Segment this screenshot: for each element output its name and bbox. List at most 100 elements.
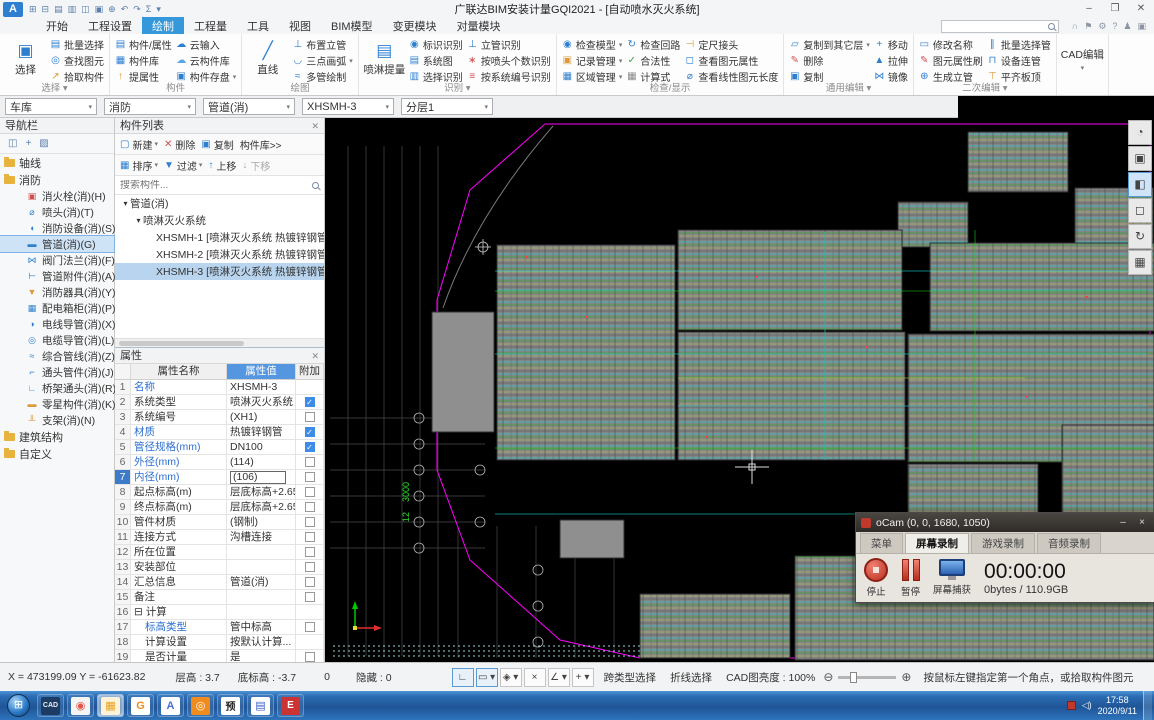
设备连管-button[interactable]: ⊓ 设备连管: [987, 53, 1051, 68]
attach-checkbox[interactable]: [304, 562, 315, 572]
nav-tool-icon[interactable]: +: [25, 138, 31, 149]
nav-group-建筑结构[interactable]: 建筑结构: [0, 428, 114, 445]
bell-icon[interactable]: ⚑: [1084, 21, 1092, 31]
attach-checkbox[interactable]: ✓: [304, 427, 315, 437]
slider-thumb[interactable]: [850, 671, 858, 683]
speaker-icon[interactable]: ◁): [1082, 700, 1092, 711]
attach-checkbox[interactable]: [304, 577, 315, 587]
删除-button[interactable]: ✎ 删除: [789, 53, 870, 68]
header-search-input[interactable]: [944, 21, 1048, 31]
tab-工程量[interactable]: 工程量: [184, 17, 237, 35]
ocam-pause-button[interactable]: 暂停: [901, 558, 920, 598]
brightness-plus-button[interactable]: ⊕: [901, 670, 911, 684]
attach-checkbox[interactable]: [304, 457, 315, 467]
qat-icon[interactable]: ⊞: [29, 0, 37, 18]
list-item[interactable]: XHSMH-3 [喷淋灭火系统 热镀锌钢管 DN: [115, 263, 324, 280]
批量选择管-button[interactable]: ∥ 批量选择管: [987, 37, 1051, 52]
直线-button[interactable]: ╱ 直线: [245, 37, 290, 81]
qat-icon[interactable]: ⊟: [42, 0, 50, 18]
tree-expand-icon[interactable]: ▾: [134, 216, 143, 225]
attach-checkbox[interactable]: [304, 532, 315, 542]
sidebar-item-电缆导管(消)(L)[interactable]: ◎ 电缆导管(消)(L): [0, 332, 114, 348]
sidebar-item-支架(消)(N)[interactable]: ╨ 支架(消)(N): [0, 412, 114, 428]
定尺接头-button[interactable]: ⊣ 定尺接头: [684, 37, 778, 52]
horizontal-scrollbar[interactable]: [115, 338, 324, 347]
sidebar-item-综合管线(消)(Z)[interactable]: ≈ 综合管线(消)(Z): [0, 348, 115, 364]
sidebar-item-管道(消)(G)[interactable]: ▬ 管道(消)(G): [0, 235, 115, 253]
property-value-editor[interactable]: (106): [230, 471, 286, 484]
移动-button[interactable]: + 移动: [874, 37, 907, 52]
批量选择-button[interactable]: ▤ 批量选择: [50, 37, 104, 52]
选择-button[interactable]: ▣ 选择: [3, 37, 48, 81]
ocam-tab-屏幕录制[interactable]: 屏幕录制: [905, 533, 969, 553]
检查回路-button[interactable]: ↻ 检查回路: [626, 37, 681, 52]
specialty-select[interactable]: 消防 ▾: [104, 98, 196, 115]
taskbar-glodon-app[interactable]: ◎: [187, 694, 214, 717]
qat-icon[interactable]: Σ: [146, 0, 152, 18]
property-value[interactable]: (106): [227, 470, 296, 484]
布置立管-button[interactable]: ⊥ 布置立管: [292, 37, 353, 52]
taskbar-gqi-app[interactable]: A: [157, 694, 184, 717]
layer-select[interactable]: 分层1 ▾: [401, 98, 493, 115]
系统图-button[interactable]: ▤ 系统图: [409, 53, 463, 68]
ocam-stop-button[interactable]: 停止: [864, 557, 888, 598]
sidebar-item-消防器具(消)(Y)[interactable]: ▼ 消防器具(消)(Y): [0, 284, 116, 300]
ocam-tab-音频录制[interactable]: 音频录制: [1037, 533, 1101, 553]
查找图元-button[interactable]: ◎ 查找图元: [50, 53, 104, 68]
修改名称-button[interactable]: ▭ 修改名称: [919, 37, 983, 52]
show-desktop-button[interactable]: [1143, 691, 1152, 720]
rotate-icon[interactable]: ↻: [1128, 224, 1152, 249]
attach-checkbox[interactable]: ✓: [304, 397, 315, 407]
查看图元属性-button[interactable]: ◻ 查看图元属性: [684, 53, 778, 68]
tab-工具[interactable]: 工具: [237, 17, 279, 35]
polyline-select-button[interactable]: 折线选择: [670, 670, 712, 685]
type-select[interactable]: 管道(消) ▾: [203, 98, 295, 115]
sidebar-item-配电箱柜(消)(P)[interactable]: ▦ 配电箱柜(消)(P): [0, 300, 116, 316]
taskbar-glodon-launcher[interactable]: ▦: [97, 694, 124, 717]
nav-group-轴线[interactable]: 轴线: [0, 154, 114, 171]
复制-button[interactable]: ▣ 复制: [201, 137, 233, 152]
minimize-button[interactable]: –: [1076, 0, 1102, 18]
qat-icon[interactable]: ↶: [121, 0, 129, 18]
qat-icon[interactable]: ⊕: [108, 0, 116, 18]
sidebar-item-阀门法兰(消)(F)[interactable]: ⋈ 阀门法兰(消)(F): [0, 252, 115, 268]
screen-icon[interactable]: ▣: [1128, 146, 1152, 171]
排序-button[interactable]: ▦ 排序 ▾: [120, 158, 158, 173]
taskbar-clock[interactable]: 17:58 2020/9/11: [1098, 695, 1137, 717]
ortho-icon[interactable]: ∟: [451, 667, 474, 687]
theme-icon[interactable]: ♟: [1123, 21, 1131, 31]
orbit-icon[interactable]: ◔: [1128, 120, 1152, 145]
view-mode-icon[interactable]: ◈ ▾: [499, 667, 522, 687]
component-search-input[interactable]: [120, 179, 308, 191]
tab-变更模块[interactable]: 变更模块: [383, 17, 447, 35]
ocam-close-button[interactable]: ×: [1135, 517, 1149, 528]
上移-button[interactable]: ↑ 上移: [208, 158, 236, 173]
close-icon[interactable]: ✕: [311, 348, 319, 363]
ocam-tab-菜单[interactable]: 菜单: [860, 533, 903, 553]
header-search-box[interactable]: [940, 19, 1059, 33]
qat-icon[interactable]: ↷: [133, 0, 141, 18]
ocam-minimize-button[interactable]: –: [1116, 517, 1130, 528]
检查模型-button[interactable]: ◉ 检查模型 ▾: [562, 37, 622, 52]
taskbar-yusuan-app[interactable]: 预: [217, 694, 244, 717]
list-item[interactable]: XHSMH-1 [喷淋灭火系统 热镀锌钢管 DN: [115, 229, 324, 246]
attach-checkbox[interactable]: ✓: [304, 442, 315, 452]
help-icon[interactable]: ?: [1112, 21, 1117, 31]
sidebar-item-通头管件(消)(J)[interactable]: ⌐ 通头管件(消)(J): [0, 364, 114, 380]
sidebar-item-零星构件(消)(K)[interactable]: ▬ 零星构件(消)(K): [0, 396, 116, 412]
view-3d-icon[interactable]: ◧: [1128, 172, 1152, 197]
按喷头个数识别-button[interactable]: ∗ 按喷头个数识别: [467, 53, 551, 68]
attach-checkbox[interactable]: [304, 412, 315, 422]
标识识别-button[interactable]: ◉ 标识识别: [409, 37, 463, 52]
sidebar-item-喷头(消)(T)[interactable]: ⌀ 喷头(消)(T): [0, 204, 114, 220]
tab-对量模块[interactable]: 对量模块: [447, 17, 511, 35]
qat-icon[interactable]: ▣: [95, 0, 104, 18]
过滤-button[interactable]: ▼ 过滤 ▾: [164, 158, 202, 173]
component-select[interactable]: XHSMH-3 ▾: [302, 98, 394, 115]
floor-select[interactable]: 车库 ▾: [5, 98, 97, 115]
tab-BIM模型[interactable]: BIM模型: [321, 17, 383, 35]
删除-button[interactable]: ✕ 删除: [164, 137, 195, 152]
grid-icon[interactable]: ▦: [1128, 250, 1152, 275]
taskbar-doc-app[interactable]: ▤: [247, 694, 274, 717]
cross-type-select-button[interactable]: 跨类型选择: [604, 670, 657, 685]
